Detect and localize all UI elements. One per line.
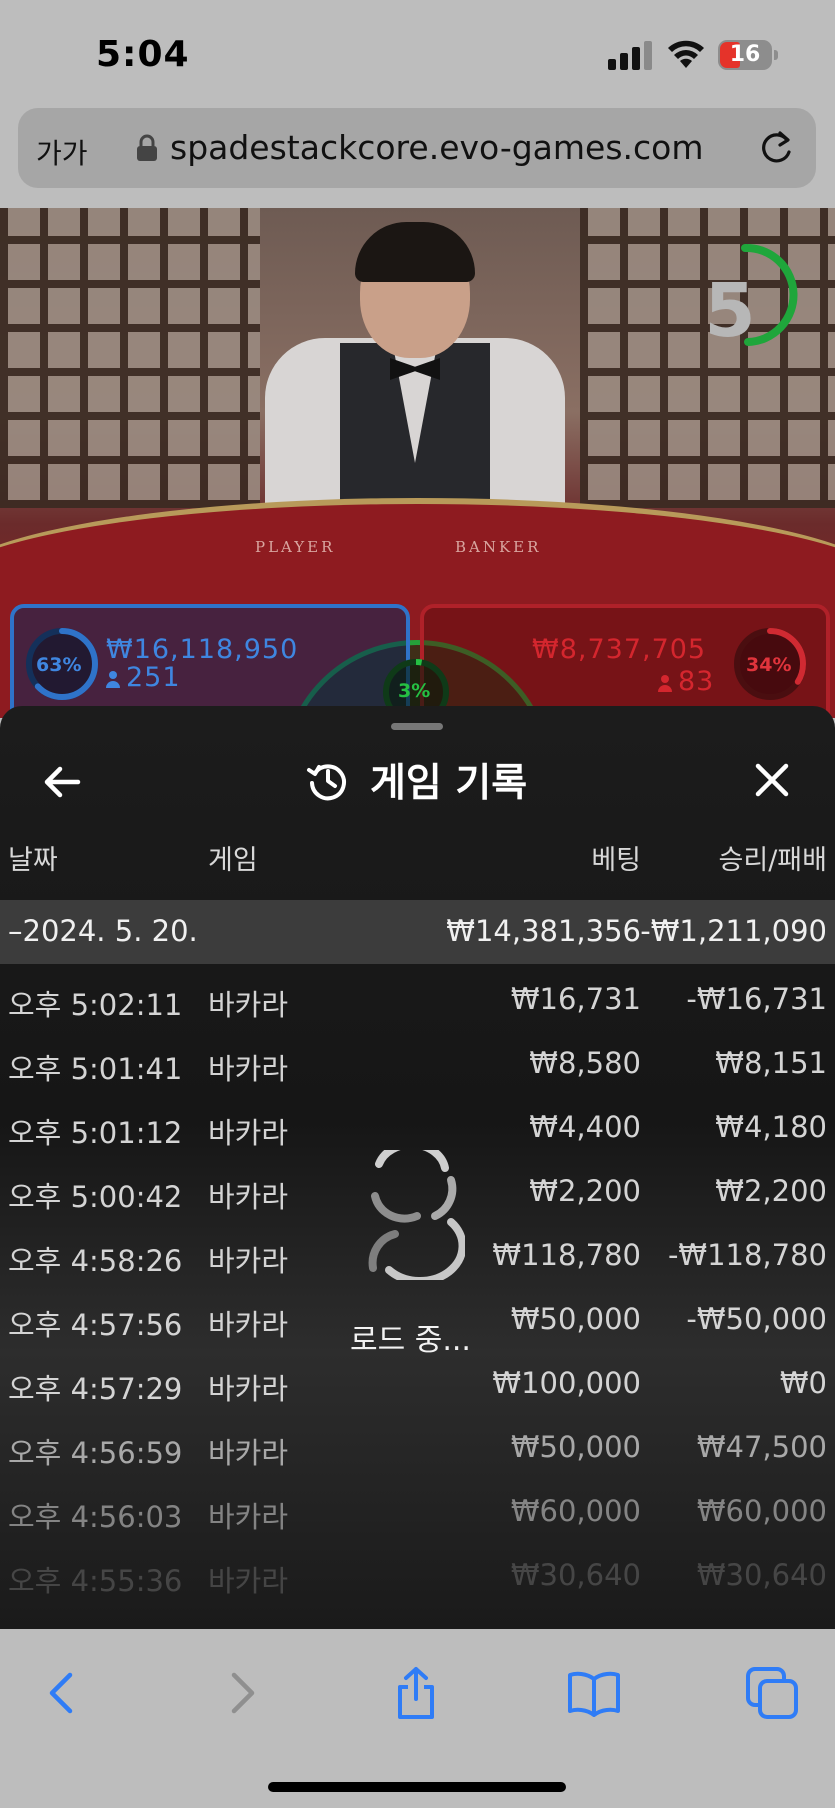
player-percent: 63% bbox=[36, 654, 82, 676]
row-result: ₩2,200 bbox=[715, 1174, 827, 1208]
row-result: ₩47,500 bbox=[696, 1430, 827, 1464]
table-label-player: PLAYER bbox=[255, 538, 336, 556]
row-time: 오후 4:55:36 bbox=[8, 1564, 183, 1598]
sheet-drag-handle[interactable] bbox=[391, 723, 443, 730]
banker-count-value: 83 bbox=[678, 666, 715, 697]
status-bar: 5:04 16 bbox=[0, 0, 835, 105]
lock-icon bbox=[137, 134, 157, 161]
history-row[interactable]: 오후 4:56:03 바카라 ₩60,000 ₩60,000 bbox=[0, 1476, 835, 1540]
column-date: 날짜 bbox=[8, 845, 58, 876]
row-game: 바카라 bbox=[208, 1308, 289, 1342]
forward-icon[interactable] bbox=[214, 1665, 270, 1721]
row-result: -₩50,000 bbox=[686, 1302, 827, 1336]
row-game: 바카라 bbox=[208, 1436, 289, 1470]
row-game: 바카라 bbox=[208, 1500, 289, 1534]
reload-icon[interactable] bbox=[756, 128, 796, 168]
loading-spinner-icon bbox=[368, 1150, 465, 1280]
battery-level: 16 bbox=[729, 42, 761, 67]
row-result: ₩0 bbox=[779, 1366, 827, 1400]
column-game: 게임 bbox=[208, 845, 258, 876]
back-icon[interactable] bbox=[34, 1665, 90, 1721]
day-result-total: -₩1,211,090 bbox=[640, 914, 827, 948]
close-icon[interactable] bbox=[746, 754, 798, 806]
row-time: 오후 4:57:56 bbox=[8, 1308, 183, 1342]
row-time: 오후 4:58:26 bbox=[8, 1244, 183, 1278]
row-time: 오후 5:02:11 bbox=[8, 988, 183, 1022]
row-bet: ₩50,000 bbox=[510, 1302, 641, 1336]
banker-percent: 34% bbox=[746, 654, 792, 676]
screen: { "status_bar": { "time": "5:04", "batte… bbox=[0, 0, 835, 1808]
sheet-title: 게임 기록 bbox=[370, 761, 528, 806]
history-row[interactable]: 오후 4:56:59 바카라 ₩50,000 ₩47,500 bbox=[0, 1412, 835, 1476]
row-time: 오후 5:01:12 bbox=[8, 1116, 183, 1150]
column-result: 승리/패배 bbox=[718, 845, 827, 876]
player-count-value: 251 bbox=[126, 662, 181, 693]
column-bet: 베팅 bbox=[591, 845, 641, 876]
cellular-signal-icon bbox=[608, 40, 656, 70]
player-count: 251 bbox=[106, 662, 181, 693]
status-time: 5:04 bbox=[96, 34, 190, 75]
row-result: ₩4,180 bbox=[715, 1110, 827, 1144]
row-result: ₩60,000 bbox=[696, 1494, 827, 1528]
banker-count: 83 bbox=[658, 666, 714, 697]
countdown-number: 5 bbox=[704, 268, 756, 354]
person-icon bbox=[106, 671, 120, 688]
table-header: 날짜 게임 베팅 승리/패배 bbox=[0, 832, 835, 882]
back-arrow-icon[interactable] bbox=[36, 756, 88, 808]
history-list: 오후 5:02:11 바카라 ₩16,731 -₩16,731 오후 5:01:41 바… bbox=[0, 964, 835, 1604]
row-bet: ₩50,000 bbox=[510, 1430, 641, 1464]
history-row[interactable]: 오후 5:02:11 바카라 ₩16,731 -₩16,731 bbox=[0, 964, 835, 1028]
row-bet: ₩2,200 bbox=[529, 1174, 641, 1208]
sheet-header: 게임 기록 bbox=[306, 750, 527, 810]
row-time: 오후 4:56:03 bbox=[8, 1500, 183, 1534]
row-time: 오후 5:01:41 bbox=[8, 1052, 183, 1086]
player-amount: ₩16,118,950 bbox=[106, 634, 299, 665]
banker-amount: ₩8,737,705 bbox=[532, 634, 707, 665]
history-icon bbox=[307, 764, 346, 801]
row-bet: ₩16,731 bbox=[510, 982, 641, 1016]
tabs-icon[interactable] bbox=[744, 1665, 800, 1721]
row-time: 오후 4:56:59 bbox=[8, 1436, 183, 1470]
day-date: –2024. 5. 20. bbox=[8, 914, 198, 948]
row-result: ₩8,151 bbox=[715, 1046, 827, 1080]
person-icon bbox=[658, 675, 672, 692]
history-row[interactable]: 오후 4:55:36 바카라 ₩30,640 ₩30,640 bbox=[0, 1540, 835, 1604]
bookmarks-icon[interactable] bbox=[566, 1665, 622, 1721]
row-result: -₩118,780 bbox=[667, 1238, 827, 1272]
battery-icon: 16 bbox=[718, 40, 778, 70]
row-time: 오후 5:00:42 bbox=[8, 1180, 183, 1214]
row-bet: ₩100,000 bbox=[492, 1366, 641, 1400]
day-summary-row[interactable]: –2024. 5. 20. ₩14,381,356 -₩1,211,090 bbox=[0, 900, 835, 964]
row-game: 바카라 bbox=[208, 1180, 289, 1214]
row-game: 바카라 bbox=[208, 1116, 289, 1150]
table-label-banker: BANKER bbox=[455, 538, 542, 556]
home-indicator bbox=[268, 1782, 566, 1792]
row-result: ₩30,640 bbox=[696, 1558, 827, 1592]
row-game: 바카라 bbox=[208, 1052, 289, 1086]
row-game: 바카라 bbox=[208, 1564, 289, 1598]
wifi-icon bbox=[668, 40, 704, 68]
row-bet: ₩4,400 bbox=[529, 1110, 641, 1144]
row-bet: ₩30,640 bbox=[510, 1558, 641, 1592]
row-time: 오후 4:57:29 bbox=[8, 1372, 183, 1406]
share-icon[interactable] bbox=[388, 1665, 444, 1721]
address-bar[interactable]: 가가 spadestackcore.evo-games.com bbox=[18, 108, 816, 188]
url-text[interactable]: spadestackcore.evo-games.com bbox=[170, 128, 704, 167]
row-result: -₩16,731 bbox=[686, 982, 827, 1016]
row-bet: ₩60,000 bbox=[510, 1494, 641, 1528]
row-bet: ₩118,780 bbox=[492, 1238, 641, 1272]
row-game: 바카라 bbox=[208, 1244, 289, 1278]
row-game: 바카라 bbox=[208, 1372, 289, 1406]
day-bet-total: ₩14,381,356 bbox=[446, 914, 641, 948]
row-game: 바카라 bbox=[208, 988, 289, 1022]
history-row[interactable]: 오후 5:01:12 바카라 ₩4,400 ₩4,180 bbox=[0, 1092, 835, 1156]
history-row[interactable]: 오후 5:01:41 바카라 ₩8,580 ₩8,151 bbox=[0, 1028, 835, 1092]
loading-text: 로드 중... bbox=[350, 1323, 471, 1358]
row-bet: ₩8,580 bbox=[529, 1046, 641, 1080]
text-size-button[interactable]: 가가 bbox=[36, 132, 88, 172]
tie-percent: 3% bbox=[398, 680, 431, 702]
